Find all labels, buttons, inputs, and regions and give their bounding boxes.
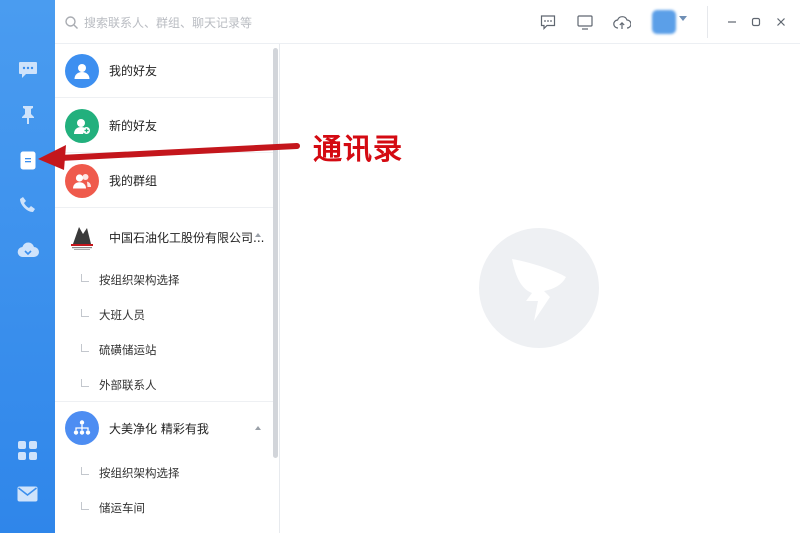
message-button[interactable] — [538, 12, 558, 32]
tree-branch-icon — [81, 273, 89, 282]
apps-grid-icon — [18, 440, 37, 460]
org2-child-storage-workshop[interactable]: 储运车间 — [55, 490, 273, 525]
org1-child-label: 按组织架构选择 — [99, 272, 180, 287]
org1-child-label: 外部联系人 — [99, 377, 157, 392]
list-scrollbar[interactable] — [273, 48, 278, 458]
minimize-icon — [728, 21, 736, 23]
screen-icon — [577, 14, 593, 30]
phone-nav-button[interactable] — [0, 185, 55, 225]
main-content-area — [280, 44, 800, 533]
user-avatar[interactable] — [652, 10, 676, 34]
tree-branch-icon — [81, 378, 89, 387]
org2-child-label: 储运车间 — [99, 500, 145, 515]
contacts-panel: 我的好友 新的好友 我的群组 中国石油化工股份有限公司... 按组织架构选择 大… — [55, 44, 280, 533]
left-nav-rail — [0, 0, 55, 533]
message-icon — [540, 14, 556, 30]
search-placeholder: 搜索联系人、群组、聊天记录等 — [84, 15, 253, 30]
contacts-nav-button[interactable] — [0, 140, 55, 180]
tree-branch-icon — [81, 466, 89, 475]
chevron-down-icon[interactable] — [679, 16, 687, 21]
org2-child-structure[interactable]: 按组织架构选择 — [55, 455, 273, 490]
mail-icon — [17, 486, 38, 502]
contacts-my-groups[interactable]: 我的群组 — [55, 154, 273, 208]
minimize-button[interactable] — [722, 12, 742, 32]
top-bar: 搜索联系人、群组、聊天记录等 — [55, 0, 800, 44]
cloud-disk-nav-button[interactable] — [0, 230, 55, 270]
toolbar-divider — [707, 6, 708, 38]
screen-button[interactable] — [575, 12, 595, 32]
sinopec-logo-icon — [65, 220, 99, 254]
chat-nav-button[interactable] — [0, 50, 55, 90]
close-button[interactable] — [771, 12, 791, 32]
org2-child-label: 按组织架构选择 — [99, 465, 180, 480]
search-input[interactable]: 搜索联系人、群组、聊天记录等 — [65, 12, 252, 32]
org1-child-label: 硫磺储运站 — [99, 342, 157, 357]
contacts-new-friends[interactable]: 新的好友 — [55, 99, 273, 153]
new-friend-icon — [65, 108, 99, 143]
tree-branch-icon — [81, 343, 89, 352]
org-tree-icon — [65, 411, 99, 445]
pin-icon — [21, 106, 34, 124]
org1-child-sulfur-station[interactable]: 硫磺储运站 — [55, 332, 273, 367]
org1-child-structure[interactable]: 按组织架构选择 — [55, 262, 273, 297]
search-icon — [65, 15, 78, 29]
contacts-icon — [20, 151, 35, 169]
friends-avatar-icon — [65, 53, 99, 88]
mail-nav-button[interactable] — [0, 474, 55, 514]
apps-nav-button[interactable] — [0, 430, 55, 470]
tree-branch-icon — [81, 501, 89, 510]
cloud-upload-icon — [613, 15, 631, 29]
maximize-button[interactable] — [746, 12, 766, 32]
close-icon — [777, 18, 785, 26]
org-damei[interactable]: 大美净化 精彩有我 — [55, 402, 273, 454]
org-sinopec[interactable]: 中国石油化工股份有限公司... — [55, 209, 273, 265]
pin-nav-button[interactable] — [0, 95, 55, 135]
my-groups-label: 我的群组 — [109, 174, 158, 188]
cloud-upload-button[interactable] — [612, 12, 632, 32]
org1-child-label: 大班人员 — [99, 307, 145, 322]
annotation-label: 通讯录 — [313, 132, 404, 166]
new-friends-label: 新的好友 — [109, 119, 158, 133]
collapse-caret-icon[interactable] — [255, 426, 261, 430]
dingtalk-logo-watermark-icon — [479, 228, 599, 348]
phone-icon — [19, 197, 35, 212]
chat-icon — [18, 62, 37, 78]
tree-branch-icon — [81, 308, 89, 317]
maximize-icon — [751, 17, 761, 27]
group-icon — [65, 163, 99, 198]
org-damei-name: 大美净化 精彩有我 — [109, 421, 209, 436]
org1-child-external[interactable]: 外部联系人 — [55, 367, 273, 402]
contacts-my-friends[interactable]: 我的好友 — [55, 44, 273, 98]
my-friends-label: 我的好友 — [109, 64, 158, 78]
org1-child-shift-staff[interactable]: 大班人员 — [55, 297, 273, 332]
cloud-disk-icon — [17, 242, 39, 258]
org-sinopec-name: 中国石油化工股份有限公司... — [109, 230, 265, 245]
collapse-caret-icon[interactable] — [255, 233, 261, 237]
